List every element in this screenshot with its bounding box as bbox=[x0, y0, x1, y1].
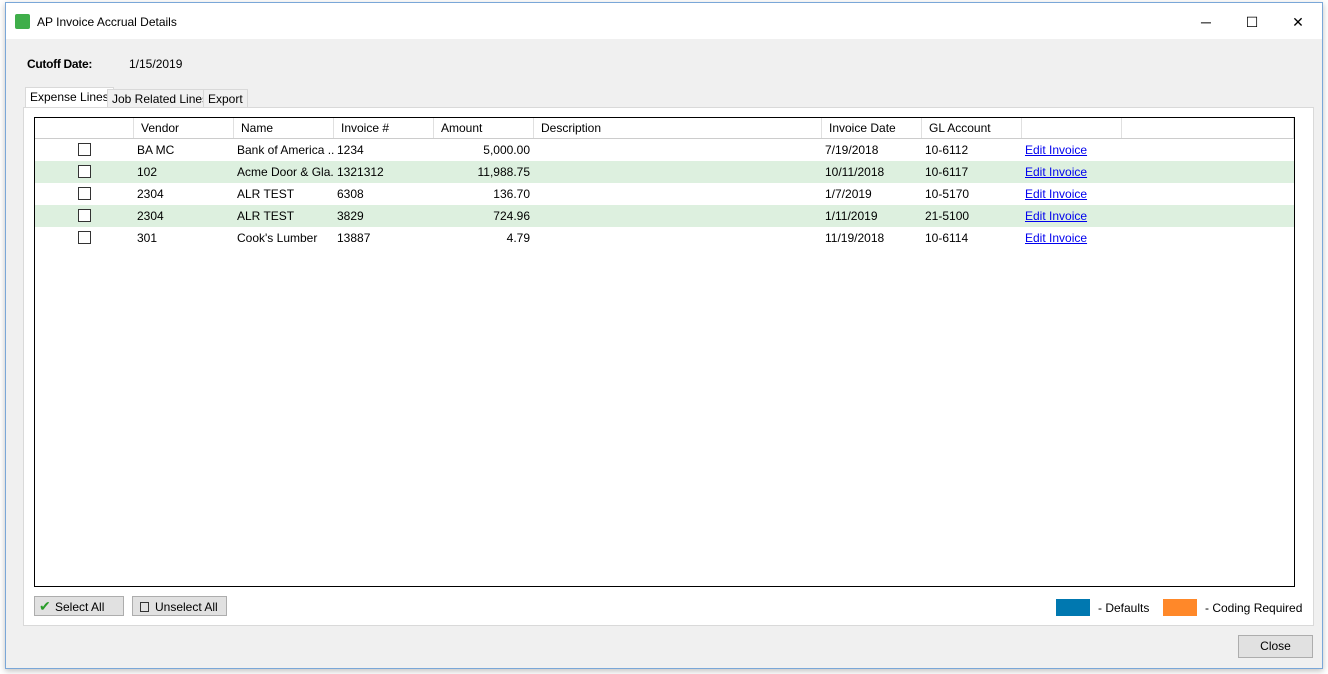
link-cell: Edit Invoice bbox=[1022, 139, 1122, 161]
minimize-button[interactable]: ─ bbox=[1183, 9, 1229, 35]
tab-job-related-lines[interactable]: Job Related Lines bbox=[107, 89, 214, 108]
description-cell bbox=[534, 183, 822, 205]
grid-header: Vendor Name Invoice # Amount Description Invo… bbox=[35, 118, 1294, 139]
name-cell: ALR TEST bbox=[237, 209, 295, 223]
gl-cell: 10-6117 bbox=[925, 165, 969, 179]
column-header[interactable]: Name bbox=[234, 118, 334, 138]
column-header[interactable] bbox=[1022, 118, 1122, 138]
amount-cell: 11,988.75 bbox=[477, 165, 531, 179]
close-button[interactable]: Close bbox=[1238, 635, 1313, 658]
column-header[interactable]: GL Account bbox=[922, 118, 1022, 138]
title-bar: AP Invoice Accrual Details ─ ☐ ✕ bbox=[6, 3, 1322, 39]
column-header[interactable]: Invoice Date bbox=[822, 118, 922, 138]
edit-invoice-link[interactable]: Edit Invoice bbox=[1025, 187, 1087, 201]
coding-required-legend-label: - Coding Required bbox=[1205, 601, 1303, 615]
link-cell: Edit Invoice bbox=[1022, 183, 1122, 205]
unselect-all-label: Unselect All bbox=[155, 600, 218, 614]
defaults-legend-label: - Defaults bbox=[1098, 601, 1150, 615]
amount-cell: 724.96 bbox=[493, 209, 530, 223]
column-header[interactable]: Vendor bbox=[134, 118, 234, 138]
app-icon bbox=[15, 14, 30, 29]
maximize-button[interactable]: ☐ bbox=[1229, 9, 1275, 35]
tab-panel: Vendor Name Invoice # Amount Description Invo… bbox=[23, 107, 1314, 626]
coding-required-swatch bbox=[1163, 599, 1197, 616]
edit-invoice-link[interactable]: Edit Invoice bbox=[1025, 209, 1087, 223]
invoice-cell: 6308 bbox=[337, 187, 364, 201]
description-cell bbox=[534, 161, 822, 183]
name-cell: ALR TEST bbox=[237, 187, 295, 201]
unselect-all-button[interactable]: Unselect All bbox=[132, 596, 227, 616]
gl-cell: 10-6114 bbox=[925, 231, 969, 245]
description-cell bbox=[534, 227, 822, 249]
dialog-window: AP Invoice Accrual Details ─ ☐ ✕ Cutoff … bbox=[5, 2, 1323, 669]
row-checkbox[interactable] bbox=[78, 165, 91, 178]
cutoff-date-label: Cutoff Date: bbox=[27, 57, 93, 71]
column-header[interactable]: Amount bbox=[434, 118, 534, 138]
description-cell bbox=[534, 139, 822, 161]
vendor-cell: 102 bbox=[137, 165, 158, 179]
edit-invoice-link[interactable]: Edit Invoice bbox=[1025, 231, 1087, 245]
name-cell: Bank of America ... bbox=[237, 143, 334, 157]
column-header[interactable] bbox=[35, 118, 134, 138]
defaults-swatch bbox=[1056, 599, 1090, 616]
invoice-cell: 3829 bbox=[337, 209, 364, 223]
amount-cell: 5,000.00 bbox=[483, 143, 530, 157]
gl-cell: 21-5100 bbox=[925, 209, 970, 223]
checkbox-icon bbox=[140, 602, 149, 612]
description-cell bbox=[534, 205, 822, 227]
table-row[interactable]: BA MC Bank of America ... 1234 5,000.00 7/19… bbox=[35, 139, 1294, 161]
invoice-cell: 1234 bbox=[337, 143, 364, 157]
date-cell: 11/19/2018 bbox=[825, 231, 885, 245]
table-row[interactable]: 102 Acme Door & Gla... 1321312 11,988.75 10/… bbox=[35, 161, 1294, 183]
date-cell: 10/11/2018 bbox=[825, 165, 885, 179]
column-header[interactable] bbox=[1122, 118, 1294, 138]
tab-export[interactable]: Export bbox=[203, 89, 248, 108]
vendor-cell: 2304 bbox=[137, 209, 164, 223]
row-checkbox[interactable] bbox=[78, 209, 91, 222]
gl-cell: 10-6112 bbox=[925, 143, 969, 157]
vendor-cell: 301 bbox=[137, 231, 158, 245]
table-row[interactable]: 301 Cook's Lumber 13887 4.79 11/19/2018 10-61… bbox=[35, 227, 1294, 249]
date-cell: 1/7/2019 bbox=[825, 187, 872, 201]
link-cell: Edit Invoice bbox=[1022, 227, 1122, 249]
select-all-button[interactable]: ✔ Select All bbox=[34, 596, 124, 616]
edit-invoice-link[interactable]: Edit Invoice bbox=[1025, 143, 1087, 157]
close-window-button[interactable]: ✕ bbox=[1275, 9, 1321, 35]
date-cell: 1/11/2019 bbox=[825, 209, 878, 223]
name-cell: Cook's Lumber bbox=[237, 231, 318, 245]
row-checkbox[interactable] bbox=[78, 231, 91, 244]
link-cell: Edit Invoice bbox=[1022, 161, 1122, 183]
amount-cell: 4.79 bbox=[506, 231, 530, 245]
row-checkbox[interactable] bbox=[78, 143, 91, 156]
window-title: AP Invoice Accrual Details bbox=[37, 15, 177, 29]
column-header[interactable]: Description bbox=[534, 118, 822, 138]
column-header[interactable]: Invoice # bbox=[334, 118, 434, 138]
table-row[interactable]: 2304 ALR TEST 6308 136.70 1/7/2019 10-5170 Edi… bbox=[35, 183, 1294, 205]
date-cell: 7/19/2018 bbox=[825, 143, 879, 157]
amount-cell: 136.70 bbox=[493, 187, 530, 201]
edit-invoice-link[interactable]: Edit Invoice bbox=[1025, 165, 1087, 179]
checkmark-icon: ✔ bbox=[39, 598, 51, 614]
select-all-label: Select All bbox=[55, 600, 105, 614]
vendor-cell: 2304 bbox=[137, 187, 164, 201]
tab-expense-lines[interactable]: Expense Lines bbox=[25, 87, 114, 109]
expense-lines-grid[interactable]: Vendor Name Invoice # Amount Description Invo… bbox=[34, 117, 1295, 587]
link-cell: Edit Invoice bbox=[1022, 205, 1122, 227]
invoice-cell: 1321312 bbox=[337, 165, 384, 179]
cutoff-date-value: 1/15/2019 bbox=[129, 57, 183, 71]
row-checkbox[interactable] bbox=[78, 187, 91, 200]
name-cell: Acme Door & Gla... bbox=[237, 165, 334, 179]
invoice-cell: 13887 bbox=[337, 231, 371, 245]
table-row[interactable]: 2304 ALR TEST 3829 724.96 1/11/2019 21-5100 Ed… bbox=[35, 205, 1294, 227]
gl-cell: 10-5170 bbox=[925, 187, 970, 201]
vendor-cell: BA MC bbox=[137, 143, 175, 157]
